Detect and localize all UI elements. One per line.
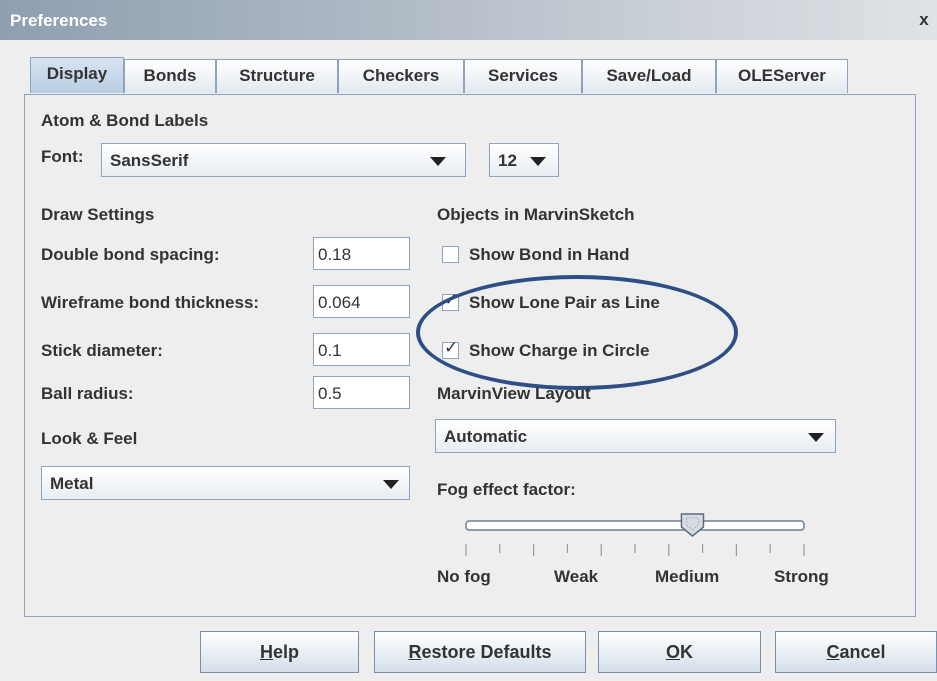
show-bond-in-hand-checkbox[interactable] xyxy=(442,246,459,263)
wireframe-bond-thickness-label: Wireframe bond thickness: xyxy=(41,293,260,312)
font-size-value: 12 xyxy=(498,151,517,170)
marvinview-layout-value: Automatic xyxy=(444,427,528,446)
dropdown-arrow-icon xyxy=(808,433,824,442)
button-label: elp xyxy=(272,642,299,662)
preferences-dialog: Preferences x Display Bonds Structure Ch… xyxy=(0,0,937,681)
fog-label-no-fog: No fog xyxy=(437,567,491,586)
double-bond-spacing-field[interactable]: 0.18 xyxy=(313,237,410,270)
fog-label-strong: Strong xyxy=(774,567,829,586)
draw-settings-heading: Draw Settings xyxy=(41,205,155,224)
window-title: Preferences xyxy=(10,11,108,30)
help-button[interactable]: Help xyxy=(200,631,359,673)
font-size-select[interactable]: 12 xyxy=(489,143,559,177)
tab-display[interactable]: Display xyxy=(30,57,124,93)
mnemonic: O xyxy=(665,642,680,662)
cancel-button[interactable]: Cancel xyxy=(775,631,937,673)
fog-heading: Fog effect factor: xyxy=(437,480,576,499)
button-label: ancel xyxy=(839,642,886,662)
field-value: 0.18 xyxy=(318,245,352,264)
stick-diameter-field[interactable]: 0.1 xyxy=(313,333,410,366)
stick-diameter-label: Stick diameter: xyxy=(41,341,163,360)
title-bar[interactable]: Preferences x xyxy=(0,0,937,40)
font-select-value: SansSerif xyxy=(110,151,189,170)
annotation-circle xyxy=(416,275,738,390)
fog-slider[interactable] xyxy=(430,508,850,568)
mnemonic: C xyxy=(826,642,840,662)
button-label: K xyxy=(680,642,693,662)
look-feel-select[interactable]: Metal xyxy=(41,466,410,500)
marvinview-layout-heading: MarvinView Layout xyxy=(437,384,591,403)
objects-heading: Objects in MarvinSketch xyxy=(437,205,635,224)
mnemonic: H xyxy=(259,642,273,662)
tab-label: OLEServer xyxy=(738,66,826,85)
tab-label: Checkers xyxy=(362,66,440,85)
tab-structure[interactable]: Structure xyxy=(216,59,338,93)
dropdown-arrow-icon xyxy=(430,157,446,166)
tab-oleserver[interactable]: OLEServer xyxy=(716,59,848,93)
field-value: 0.1 xyxy=(318,341,342,360)
mnemonic: R xyxy=(408,642,422,662)
ball-radius-label: Ball radius: xyxy=(41,384,134,403)
double-bond-spacing-label: Double bond spacing: xyxy=(41,245,220,264)
tab-label: Save/Load xyxy=(606,66,692,85)
tab-checkers[interactable]: Checkers xyxy=(338,59,464,93)
tab-services[interactable]: Services xyxy=(464,59,582,93)
tab-bonds[interactable]: Bonds xyxy=(124,59,216,93)
slider-thumb-icon[interactable] xyxy=(680,513,705,537)
close-icon[interactable]: x xyxy=(913,10,935,32)
tab-label: Services xyxy=(488,66,558,85)
look-feel-heading: Look & Feel xyxy=(41,429,138,448)
button-label: estore Defaults xyxy=(421,642,552,662)
tab-label: Display xyxy=(46,64,108,83)
font-label: Font: xyxy=(41,147,84,166)
marvinview-layout-select[interactable]: Automatic xyxy=(435,419,836,453)
atom-bond-labels-heading: Atom & Bond Labels xyxy=(41,111,209,130)
fog-label-weak: Weak xyxy=(554,567,599,586)
ok-button[interactable]: OK xyxy=(598,631,761,673)
tab-save-load[interactable]: Save/Load xyxy=(582,59,716,93)
field-value: 0.064 xyxy=(318,293,361,312)
ball-radius-field[interactable]: 0.5 xyxy=(313,376,410,409)
tab-label: Bonds xyxy=(143,66,197,85)
tab-label: Structure xyxy=(239,66,315,85)
field-value: 0.5 xyxy=(318,384,342,403)
dropdown-arrow-icon xyxy=(383,480,399,489)
font-select[interactable]: SansSerif xyxy=(101,143,466,177)
look-feel-value: Metal xyxy=(50,474,94,493)
show-bond-in-hand-label[interactable]: Show Bond in Hand xyxy=(469,245,630,265)
restore-defaults-button[interactable]: Restore Defaults xyxy=(374,631,586,673)
dropdown-arrow-icon xyxy=(530,157,546,166)
fog-label-medium: Medium xyxy=(655,567,720,586)
wireframe-bond-thickness-field[interactable]: 0.064 xyxy=(313,285,410,318)
